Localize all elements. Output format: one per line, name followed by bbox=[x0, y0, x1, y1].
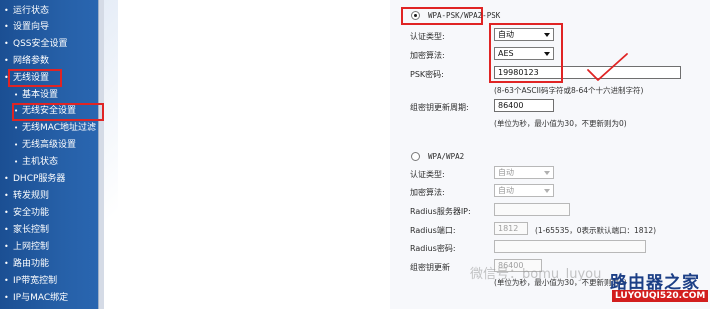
wpa-encrypt-select[interactable]: 自动 bbox=[494, 184, 554, 197]
sidebar-item-routing[interactable]: • 路由功能 bbox=[4, 257, 49, 271]
sidebar-subitem-basic[interactable]: • 基本设置 bbox=[14, 88, 58, 102]
sidebar-subitem-mac-filter[interactable]: • 无线MAC地址过滤 bbox=[14, 121, 96, 135]
wpa-encrypt-label: 加密算法: bbox=[410, 188, 445, 197]
sidebar-item-ip-mac-bind[interactable]: • IP与MAC绑定 bbox=[4, 291, 68, 305]
sidebar-nav: • 运行状态 • 设置向导 • QSS安全设置 • 网络参数 • 无线设置 • 基本设置 •… bbox=[0, 0, 104, 309]
radius-port-hint: (1-65535，0表示默认端口：1812) bbox=[535, 226, 657, 235]
sidebar-subitem-advanced[interactable]: • 无线高级设置 bbox=[14, 138, 76, 152]
highlight-wireless-security bbox=[12, 103, 104, 121]
sidebar-item-dhcp[interactable]: • DHCP服务器 bbox=[4, 172, 65, 186]
radius-port-input[interactable]: 1812 bbox=[494, 222, 528, 235]
radius-ip-input[interactable] bbox=[494, 203, 570, 216]
wpa-psk-radio[interactable] bbox=[411, 11, 420, 20]
sidebar-item-parental[interactable]: • 家长控制 bbox=[4, 223, 49, 237]
wpa-psk-renew-hint: (单位为秒，最小值为30，不更新则为0) bbox=[494, 119, 627, 128]
sidebar-item-forwarding[interactable]: • 转发规则 bbox=[4, 189, 49, 203]
wpa-renew-label: 组密钥更新 bbox=[410, 263, 450, 272]
wpa-radio[interactable] bbox=[411, 152, 420, 161]
wpa-psk-radio-label: WPA-PSK/WPA2-PSK bbox=[428, 11, 501, 20]
sidebar-item-network[interactable]: • 网络参数 bbox=[4, 54, 49, 68]
sidebar-item-access-control[interactable]: • 上网控制 bbox=[4, 240, 49, 254]
wpa-auth-type-select[interactable]: 自动 bbox=[494, 166, 554, 179]
sidebar-item-setup-wizard[interactable]: • 设置向导 bbox=[4, 20, 49, 34]
sidebar-subitem-host-status[interactable]: • 主机状态 bbox=[14, 155, 58, 169]
sidebar-item-run-status[interactable]: • 运行状态 bbox=[4, 4, 49, 18]
wpa-radio-label: WPA/WPA2 bbox=[428, 152, 465, 161]
wpa-psk-auth-type-label: 认证类型: bbox=[410, 32, 445, 41]
sidebar-item-security[interactable]: • 安全功能 bbox=[4, 206, 49, 220]
chevron-down-icon bbox=[544, 171, 550, 175]
radius-password-input[interactable] bbox=[494, 240, 646, 253]
checkmark-annotation-icon bbox=[587, 53, 628, 81]
wechat-watermark: 微信号：bomu_luyou bbox=[470, 267, 602, 282]
sidebar-item-qss[interactable]: • QSS安全设置 bbox=[4, 37, 68, 51]
highlight-wireless-settings bbox=[8, 69, 62, 87]
radius-ip-label: Radius服务器IP: bbox=[410, 207, 471, 216]
wpa-psk-renew-label: 组密钥更新周期: bbox=[410, 103, 469, 112]
frame-divider bbox=[104, 0, 118, 309]
chevron-down-icon bbox=[544, 189, 550, 193]
site-logo-url: LUYOUQI520.COM bbox=[612, 290, 709, 302]
psk-password-hint: (8-63个ASCII码字符或8-64个十六进制字符) bbox=[494, 86, 644, 95]
wpa-psk-renew-input[interactable]: 86400 bbox=[494, 99, 554, 112]
psk-password-label: PSK密码: bbox=[410, 70, 444, 79]
wpa-psk-encrypt-label: 加密算法: bbox=[410, 51, 445, 60]
radius-password-label: Radius密码: bbox=[410, 244, 456, 253]
highlight-psk-fields bbox=[489, 23, 563, 83]
sidebar-item-bandwidth[interactable]: • IP带宽控制 bbox=[4, 274, 57, 288]
wpa-auth-type-label: 认证类型: bbox=[410, 170, 445, 179]
radius-port-label: Radius端口: bbox=[410, 226, 456, 235]
